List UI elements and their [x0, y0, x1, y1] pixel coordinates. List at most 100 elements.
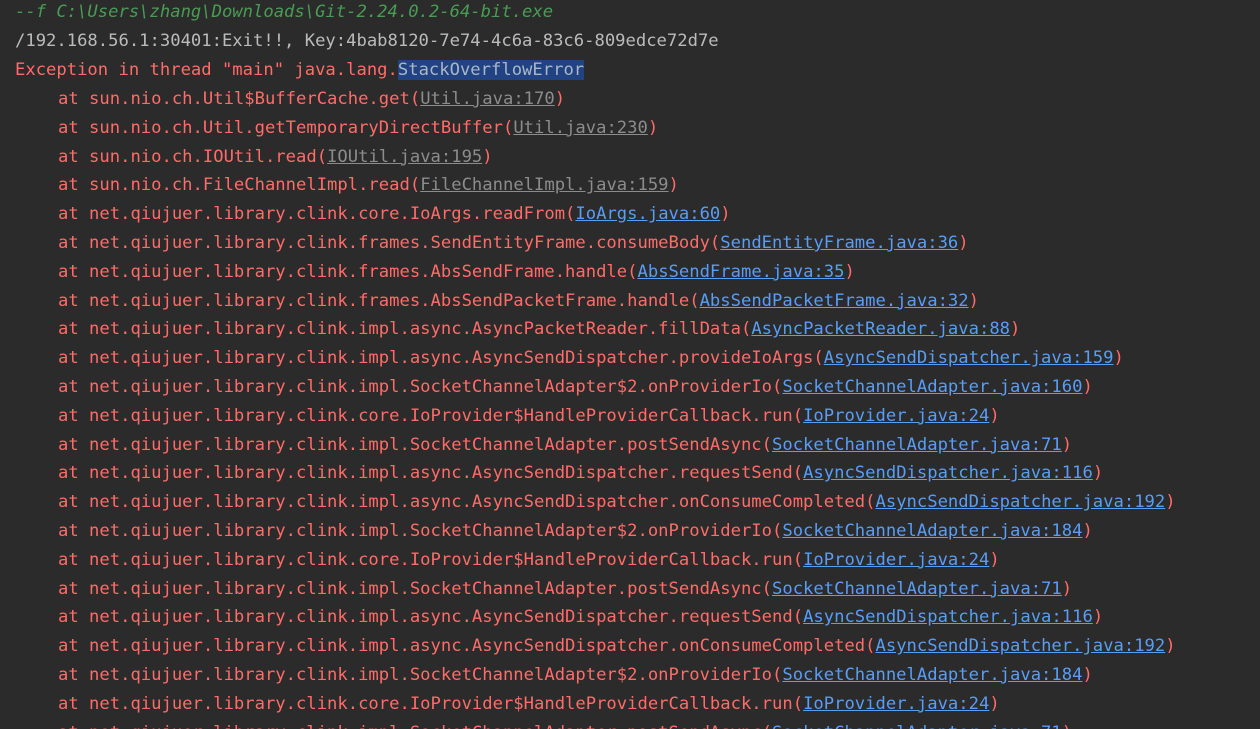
frame-paren-open: (	[792, 463, 804, 484]
frame-method: net.qiujuer.library.clink.impl.SocketCha…	[89, 578, 762, 599]
frame-source-link[interactable]: Util.java:170	[420, 89, 555, 109]
frame-paren-open: (	[409, 89, 421, 109]
frame-at-keyword: at	[58, 290, 90, 311]
frame-paren-open: (	[409, 175, 421, 196]
frame-paren-open: (	[792, 607, 804, 628]
stack-frame: at net.qiujuer.library.clink.impl.Socket…	[58, 373, 1093, 401]
stack-frame: at sun.nio.ch.IOUtil.read(IOUtil.java:19…	[58, 143, 493, 171]
frame-source-link[interactable]: IOUtil.java:195	[327, 147, 482, 167]
stack-frame: at net.qiujuer.library.clink.core.IoProv…	[58, 402, 1000, 430]
frame-method: sun.nio.ch.Util$BufferCache.get	[89, 89, 410, 109]
frame-paren-open: (	[740, 319, 752, 340]
frame-paren-close: )	[989, 405, 1000, 426]
frame-paren-close: )	[1092, 463, 1104, 484]
frame-at-keyword: at	[58, 578, 90, 599]
frame-paren-close: )	[1010, 319, 1021, 340]
stack-frame: at net.qiujuer.library.clink.impl.Socket…	[58, 575, 1072, 603]
frame-method: net.qiujuer.library.clink.impl.SocketCha…	[89, 377, 772, 397]
frame-paren-close: )	[482, 146, 493, 167]
frame-at-keyword: at	[58, 492, 90, 513]
frame-source-link[interactable]: IoArgs.java:60	[575, 204, 720, 224]
frame-paren-open: (	[772, 377, 783, 397]
frame-method: net.qiujuer.library.clink.impl.SocketCha…	[89, 665, 772, 685]
frame-source-link[interactable]: AsyncSendDispatcher.java:116	[803, 463, 1093, 483]
frame-paren-open: (	[792, 549, 804, 570]
stack-frame: at net.qiujuer.library.clink.core.IoProv…	[58, 546, 1000, 574]
frame-source-link[interactable]: SocketChannelAdapter.java:71	[772, 435, 1062, 455]
stack-frame: at sun.nio.ch.Util.getTemporaryDirectBuf…	[58, 114, 658, 142]
exception-class-highlight[interactable]: StackOverflowError	[397, 60, 585, 80]
stack-frame: at net.qiujuer.library.clink.impl.async.…	[58, 459, 1103, 487]
frame-at-keyword: at	[58, 607, 90, 628]
frame-at-keyword: at	[58, 89, 90, 109]
frame-source-link[interactable]: Util.java:230	[513, 118, 648, 138]
frame-paren-close: )	[1062, 723, 1072, 729]
stack-frame: at sun.nio.ch.FileChannelImpl.read(FileC…	[58, 171, 679, 199]
frame-source-link[interactable]: AsyncPacketReader.java:88	[751, 319, 1010, 339]
frame-method: net.qiujuer.library.clink.frames.AbsSend…	[89, 290, 690, 311]
stack-frame: at sun.nio.ch.Util$BufferCache.get(Util.…	[58, 85, 565, 113]
frame-paren-close: )	[1165, 636, 1176, 657]
frame-source-link[interactable]: SocketChannelAdapter.java:71	[772, 579, 1062, 599]
frame-source-link[interactable]: AsyncSendDispatcher.java:192	[876, 636, 1166, 656]
frame-paren-open: (	[761, 578, 773, 599]
stack-frame: at net.qiujuer.library.clink.impl.async.…	[58, 488, 1176, 516]
frame-paren-close: )	[1061, 578, 1073, 599]
run-console-output[interactable]: --f C:\Users\zhang\Downloads\Git-2.24.0.…	[0, 0, 1260, 729]
frame-paren-open: (	[762, 723, 772, 729]
frame-source-link[interactable]: IoProvider.java:24	[803, 694, 989, 714]
frame-paren-close: )	[554, 89, 566, 109]
frame-at-keyword: at	[58, 636, 90, 657]
frame-at-keyword: at	[58, 117, 90, 138]
frame-paren-close: )	[668, 175, 679, 196]
frame-at-keyword: at	[58, 146, 90, 167]
frame-paren-open: (	[792, 405, 804, 426]
frame-source-link[interactable]: AsyncSendDispatcher.java:159	[824, 348, 1114, 368]
frame-paren-close: )	[1113, 348, 1124, 369]
frame-paren-close: )	[844, 261, 855, 282]
frame-paren-close: )	[1165, 492, 1176, 513]
frame-paren-close: )	[1082, 665, 1093, 685]
frame-at-keyword: at	[58, 319, 90, 340]
frame-source-link[interactable]: IoProvider.java:24	[803, 406, 989, 426]
frame-paren-close: )	[989, 693, 1000, 714]
stack-frame: at net.qiujuer.library.clink.impl.async.…	[58, 603, 1103, 631]
frame-at-keyword: at	[58, 261, 90, 282]
frame-method: net.qiujuer.library.clink.core.IoProvide…	[89, 693, 793, 714]
frame-at-keyword: at	[58, 521, 90, 541]
frame-source-link[interactable]: AbsSendPacketFrame.java:32	[700, 291, 969, 311]
frame-paren-open: (	[709, 233, 721, 253]
frame-method: sun.nio.ch.FileChannelImpl.read	[89, 175, 410, 196]
stack-frame: at net.qiujuer.library.clink.impl.async.…	[58, 632, 1176, 660]
frame-source-link[interactable]: IoProvider.java:24	[803, 550, 989, 570]
frame-method: net.qiujuer.library.clink.impl.async.Asy…	[89, 348, 814, 369]
frame-source-link[interactable]: SocketChannelAdapter.java:71	[772, 723, 1062, 729]
frame-paren-open: (	[772, 521, 783, 541]
frame-source-link[interactable]: FileChannelImpl.java:159	[420, 175, 668, 195]
frame-source-link[interactable]: SocketChannelAdapter.java:184	[782, 665, 1082, 685]
frame-method: net.qiujuer.library.clink.impl.SocketCha…	[89, 434, 762, 455]
frame-paren-open: (	[316, 146, 328, 167]
frame-at-keyword: at	[58, 377, 90, 397]
frame-source-link[interactable]: SendEntityFrame.java:36	[720, 233, 958, 253]
frame-paren-close: )	[1061, 434, 1073, 455]
frame-at-keyword: at	[58, 348, 90, 369]
frame-source-link[interactable]: AsyncSendDispatcher.java:116	[803, 607, 1093, 627]
stack-frame: at net.qiujuer.library.clink.frames.AbsS…	[58, 258, 855, 286]
frame-paren-close: )	[720, 204, 731, 225]
frame-at-keyword: at	[58, 233, 90, 253]
frame-method: net.qiujuer.library.clink.impl.async.Asy…	[89, 463, 793, 484]
frame-paren-open: (	[627, 261, 638, 282]
frame-source-link[interactable]: SocketChannelAdapter.java:160	[782, 377, 1082, 397]
frame-paren-close: )	[989, 549, 1000, 570]
frame-paren-open: (	[865, 492, 876, 513]
frame-source-link[interactable]: SocketChannelAdapter.java:184	[782, 521, 1082, 541]
frame-source-link[interactable]: AsyncSendDispatcher.java:192	[876, 492, 1166, 512]
frame-source-link[interactable]: AbsSendFrame.java:35	[638, 262, 845, 282]
frame-paren-close: )	[1092, 607, 1104, 628]
stack-frame: at net.qiujuer.library.clink.impl.Socket…	[58, 431, 1072, 459]
frame-at-keyword: at	[58, 693, 90, 714]
frame-method: net.qiujuer.library.clink.impl.async.Asy…	[89, 319, 741, 340]
frame-method: net.qiujuer.library.clink.impl.SocketCha…	[89, 723, 762, 729]
frame-paren-close: )	[647, 117, 659, 138]
